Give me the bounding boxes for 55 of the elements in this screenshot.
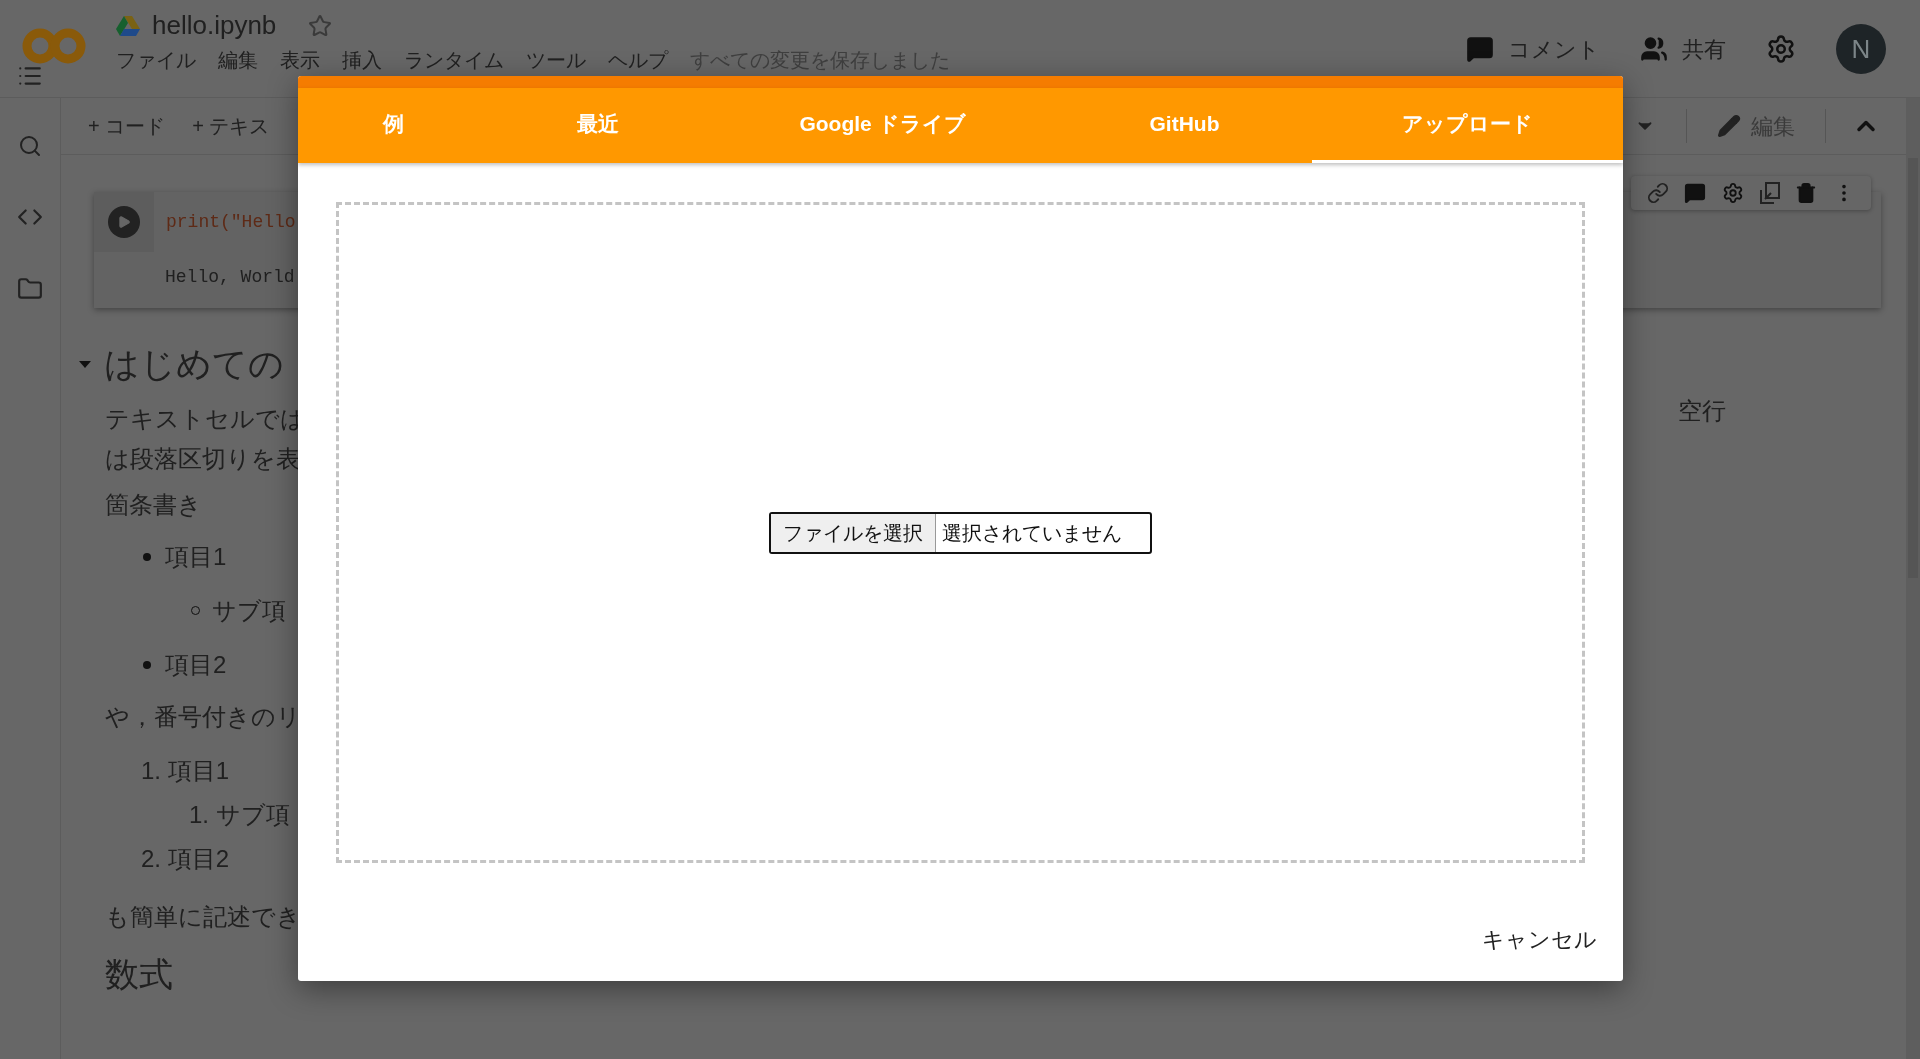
dialog-tab[interactable]: 例 <box>298 88 488 163</box>
code-text: print("Hello <box>166 210 296 234</box>
file-input[interactable]: ファイルを選択 選択されていません <box>769 511 1152 554</box>
file-name[interactable]: hello.ipynb <box>152 6 277 45</box>
search-icon[interactable] <box>18 134 42 158</box>
add-cell-button[interactable]: + テキス <box>192 111 270 141</box>
dialog-tab[interactable]: アップロード <box>1312 88 1623 163</box>
menu-item[interactable]: ファイル <box>116 47 196 73</box>
comment-button[interactable]: コメント <box>1466 32 1600 66</box>
logo-icon <box>22 28 86 64</box>
bullet-icon <box>143 660 151 669</box>
menu-item[interactable]: 表示 <box>280 47 320 73</box>
dialog-tab[interactable]: Google ドライブ <box>708 88 1057 163</box>
choose-file-button[interactable]: ファイルを選択 <box>771 513 936 552</box>
dialog-tab[interactable]: GitHub <box>1057 88 1312 163</box>
play-icon <box>117 215 131 229</box>
people-icon <box>1640 35 1668 63</box>
menu-item[interactable]: ランタイム <box>404 47 504 73</box>
cancel-button[interactable]: キャンセル <box>1478 923 1601 956</box>
list-item: サブ項 <box>212 595 286 626</box>
menu-item[interactable]: ヘルプ <box>608 47 668 73</box>
pencil-icon <box>1717 114 1741 138</box>
output-text: Hello, World <box>165 266 296 289</box>
list-item: 2. 項目2 <box>141 843 231 874</box>
link-icon[interactable] <box>1646 182 1669 204</box>
dialog-tab[interactable]: 最近 <box>488 88 708 163</box>
run-button[interactable] <box>108 206 140 238</box>
menu-item[interactable]: ツール <box>526 47 586 73</box>
paragraph-line: は段落区切りを表 <box>105 443 300 474</box>
settings-icon[interactable] <box>1722 182 1745 204</box>
file-status: 選択されていません <box>941 520 1123 546</box>
folder-icon[interactable] <box>17 276 43 302</box>
star-icon[interactable] <box>308 13 333 38</box>
paragraph-line: 空行 <box>1678 396 1726 426</box>
comment-icon <box>1466 35 1494 63</box>
mirror-cell-icon[interactable] <box>1759 182 1780 204</box>
section-heading: はじめての <box>104 343 284 385</box>
list-item: 項目1 <box>165 541 227 572</box>
share-button[interactable]: 共有 <box>1640 32 1726 66</box>
list-item: 1. 項目1 <box>141 755 231 786</box>
paragraph-line: も簡単に記述でき <box>105 901 301 932</box>
delete-icon[interactable] <box>1795 182 1818 204</box>
add-cell-button[interactable]: + コード <box>88 111 166 141</box>
list-label: や，番号付きのリ <box>105 701 301 732</box>
bullet-icon <box>143 552 151 561</box>
drive-icon <box>116 14 140 37</box>
list-item: 1. サブ項 <box>189 799 290 830</box>
menu-item[interactable]: 挿入 <box>342 47 382 73</box>
comment-icon[interactable] <box>1684 182 1707 204</box>
list-item: 項目2 <box>165 649 227 680</box>
section-heading: 数式 <box>105 953 173 995</box>
menu-item[interactable]: 編集 <box>218 47 258 73</box>
avatar[interactable]: N <box>1836 24 1886 74</box>
settings-icon[interactable] <box>1766 34 1796 64</box>
list-label: 箇条書き <box>105 489 202 520</box>
